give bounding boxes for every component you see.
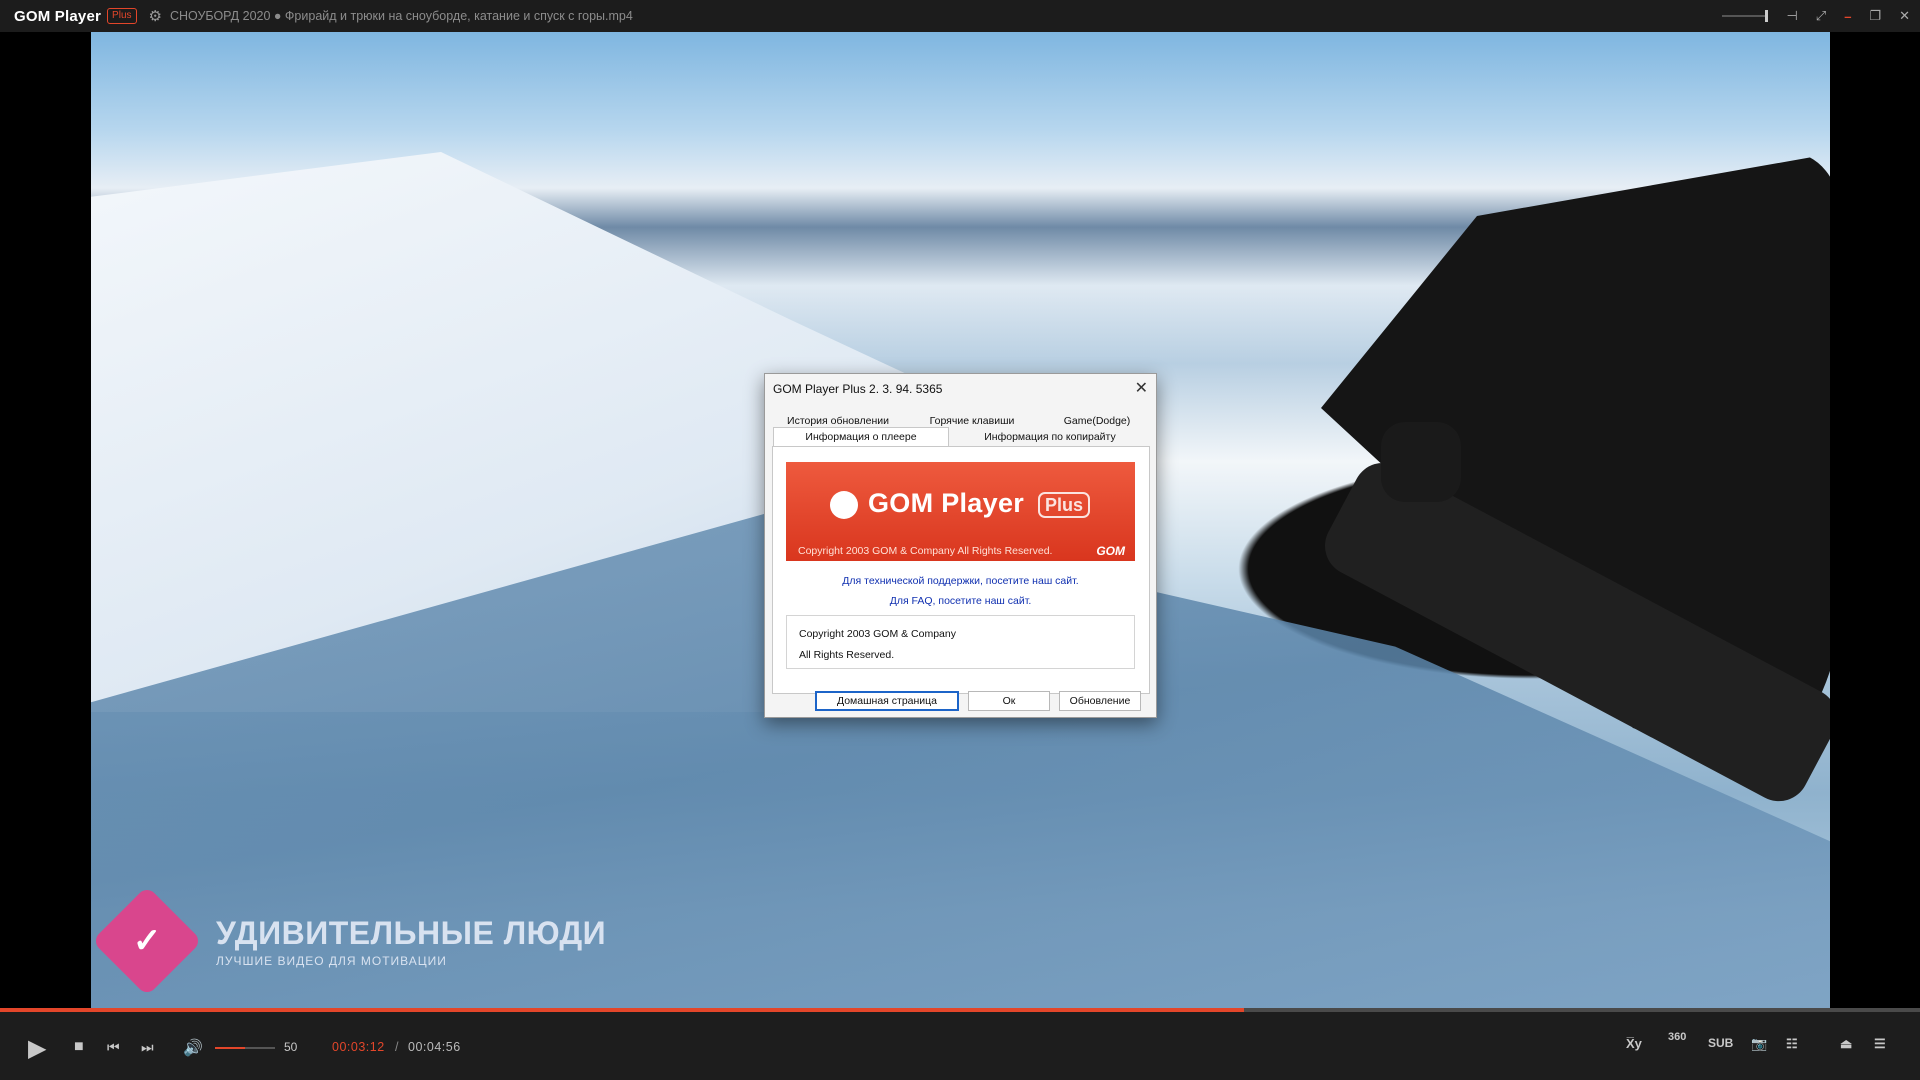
banner-brand: GOM bbox=[1096, 544, 1125, 558]
next-icon[interactable]: ⏭ bbox=[141, 1039, 154, 1056]
banner-plus: Plus bbox=[1038, 492, 1091, 518]
tab-history[interactable]: История обновлении bbox=[779, 415, 897, 427]
watermark-subtitle: ЛУЧШИЕ ВИДЕО ДЛЯ МОТИВАЦИИ bbox=[216, 953, 447, 968]
tab-player-info[interactable]: Информация о плеере bbox=[773, 427, 949, 447]
file-title: СНОУБОРД 2020 ● Фрирайд и трюки на сноуб… bbox=[169, 9, 633, 23]
title-bar: GOM Player Plus ⚙ СНОУБОРД 2020 ● Фрирай… bbox=[0, 0, 1920, 32]
about-dialog: GOM Player Plus 2. 3. 94. 5365 ✕ История… bbox=[764, 373, 1157, 718]
stop-icon[interactable]: ■ bbox=[74, 1038, 84, 1056]
dialog-title: GOM Player Plus 2. 3. 94. 5365 bbox=[773, 382, 943, 396]
copyright-box: Copyright 2003 GOM & Company All Rights … bbox=[786, 615, 1135, 669]
copyright-line-1: Copyright 2003 GOM & Company bbox=[799, 628, 956, 640]
previous-icon[interactable]: ⏮ bbox=[107, 1039, 120, 1056]
fullscreen-icon[interactable]: ⤢ bbox=[1816, 8, 1826, 24]
playlist-icon[interactable]: ☰ bbox=[1874, 1036, 1886, 1052]
window-controls: ⊣ ⤢ – ❐ ✕ bbox=[1722, 0, 1910, 32]
home-page-button[interactable]: Домашная страница bbox=[815, 691, 959, 711]
tab-hotkeys[interactable]: Горячие клавиши bbox=[917, 415, 1027, 427]
glove bbox=[1381, 422, 1461, 502]
support-link[interactable]: Для технической поддержки, посетите наш … bbox=[765, 575, 1156, 587]
vr-360-button[interactable]: 360 bbox=[1668, 1031, 1686, 1043]
tab-game[interactable]: Game(Dodge) bbox=[1047, 415, 1147, 427]
play-icon[interactable]: ▶ bbox=[28, 1034, 46, 1063]
watermark-title: УДИВИТЕЛЬНЫЕ ЛЮДИ bbox=[216, 914, 607, 951]
restore-icon[interactable]: ❐ bbox=[1869, 8, 1881, 24]
close-icon[interactable]: ✕ bbox=[1899, 8, 1910, 24]
update-button[interactable]: Обновление bbox=[1059, 691, 1141, 711]
volume-icon[interactable]: 🔊 bbox=[183, 1038, 203, 1058]
total-time: 00:04:56 bbox=[408, 1040, 461, 1054]
subtitle-button[interactable]: SUB bbox=[1708, 1036, 1733, 1050]
tab-copyright-info[interactable]: Информация по копирайту bbox=[955, 431, 1145, 443]
volume-slider[interactable] bbox=[215, 1047, 275, 1049]
volume-value: 50 bbox=[284, 1040, 298, 1054]
plus-badge: Plus bbox=[107, 8, 137, 24]
gear-icon[interactable]: ⚙ bbox=[149, 7, 162, 25]
app-logo[interactable]: GOM Player bbox=[14, 8, 101, 25]
camera-icon[interactable]: 📷 bbox=[1751, 1036, 1767, 1052]
pin-icon[interactable]: ⊣ bbox=[1786, 8, 1797, 24]
seek-progress bbox=[0, 1008, 1245, 1012]
channel-watermark: ✓ УДИВИТЕЛЬНЫЕ ЛЮДИ ЛУЧШИЕ ВИДЕО ДЛЯ МОТ… bbox=[91, 885, 607, 997]
gom-logo-icon bbox=[830, 491, 858, 519]
opacity-slider[interactable] bbox=[1722, 10, 1769, 22]
banner-copyright: Copyright 2003 GOM & Company All Rights … bbox=[798, 545, 1053, 557]
ok-button[interactable]: Ок bbox=[968, 691, 1050, 711]
watermark-logo-icon: ✓ bbox=[91, 885, 203, 997]
ab-repeat-icon[interactable]: X̅y bbox=[1626, 1036, 1642, 1051]
current-time: 00:03:12 bbox=[332, 1040, 385, 1054]
copyright-line-2: All Rights Reserved. bbox=[799, 649, 895, 661]
minimize-icon[interactable]: – bbox=[1844, 9, 1851, 24]
banner-logo-text: GOM Player bbox=[868, 488, 1025, 518]
dialog-close-icon[interactable]: ✕ bbox=[1135, 378, 1148, 398]
eject-icon[interactable]: ⏏ bbox=[1840, 1036, 1852, 1052]
time-separator: / bbox=[395, 1040, 399, 1054]
equalizer-icon[interactable]: ☷ bbox=[1786, 1036, 1798, 1052]
faq-link[interactable]: Для FAQ, посетите наш сайт. bbox=[765, 595, 1156, 607]
gom-banner: GOM Player Plus Copyright 2003 GOM & Com… bbox=[786, 462, 1135, 561]
control-bar: ▶ ■ ⏮ ⏭ 🔊 50 00:03:12 / 00:04:56 X̅y 360… bbox=[0, 1008, 1920, 1080]
seek-bar[interactable] bbox=[0, 1008, 1920, 1012]
